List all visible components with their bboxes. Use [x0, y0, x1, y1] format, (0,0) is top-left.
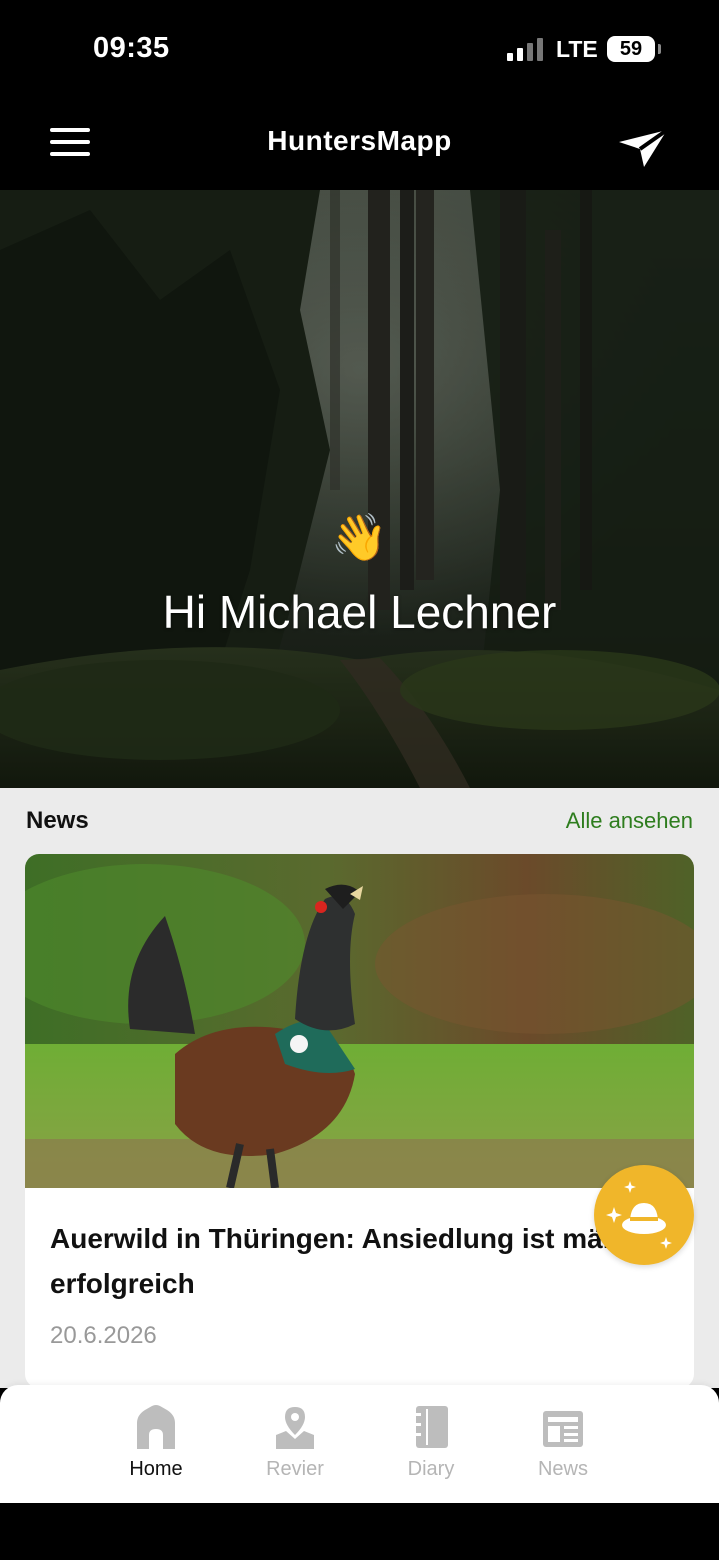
- nav-item-revier[interactable]: Revier: [240, 1385, 350, 1503]
- news-card[interactable]: Auerwild in Thüringen: Ansiedlung ist mä…: [25, 854, 694, 1388]
- app-bar: HuntersMapp: [0, 100, 719, 190]
- nav-label-home: Home: [129, 1458, 183, 1480]
- system-home-bar: [0, 1503, 719, 1560]
- network-type: LTE: [556, 36, 598, 62]
- news-section: News Alle ansehen Auerwild in Thüringen:…: [0, 788, 719, 1388]
- app-title: HuntersMapp: [267, 125, 452, 156]
- news-card-title: Auerwild in Thüringen: Ansiedlung ist mä…: [50, 1223, 645, 1299]
- status-bar: 09:35 LTE 59: [0, 0, 719, 100]
- nav-label-diary: Diary: [407, 1458, 455, 1480]
- capercaillie-photo: [25, 854, 694, 1188]
- notebook-icon: [413, 1406, 448, 1448]
- signal-icon: [507, 37, 545, 61]
- news-card-date: 20.6.2026: [50, 1322, 157, 1349]
- wave-emoji: 👋: [330, 511, 389, 563]
- nav-label-news: News: [537, 1458, 588, 1480]
- nav-item-home[interactable]: Home: [101, 1385, 211, 1503]
- status-time: 09:35: [93, 32, 170, 64]
- map-pin-icon: [276, 1407, 314, 1449]
- paper-plane-icon[interactable]: [614, 122, 672, 172]
- bottom-navigation: Home Revier Diary News: [0, 1385, 719, 1503]
- nav-item-news[interactable]: News: [508, 1385, 618, 1503]
- home-icon: [137, 1405, 175, 1449]
- hero-banner: 👋 Hi Michael Lechner: [0, 190, 719, 788]
- forest-background-image: [0, 190, 719, 788]
- nav-item-diary[interactable]: Diary: [376, 1385, 486, 1503]
- nav-label-revier: Revier: [266, 1458, 324, 1480]
- news-heading: News: [26, 807, 89, 834]
- hunter-hat-sparkle-icon[interactable]: [594, 1165, 694, 1265]
- see-all-link[interactable]: Alle ansehen: [566, 808, 693, 834]
- battery-icon: 59: [607, 36, 661, 62]
- newspaper-icon: [543, 1411, 583, 1447]
- greeting-text: Hi Michael Lechner: [162, 586, 557, 638]
